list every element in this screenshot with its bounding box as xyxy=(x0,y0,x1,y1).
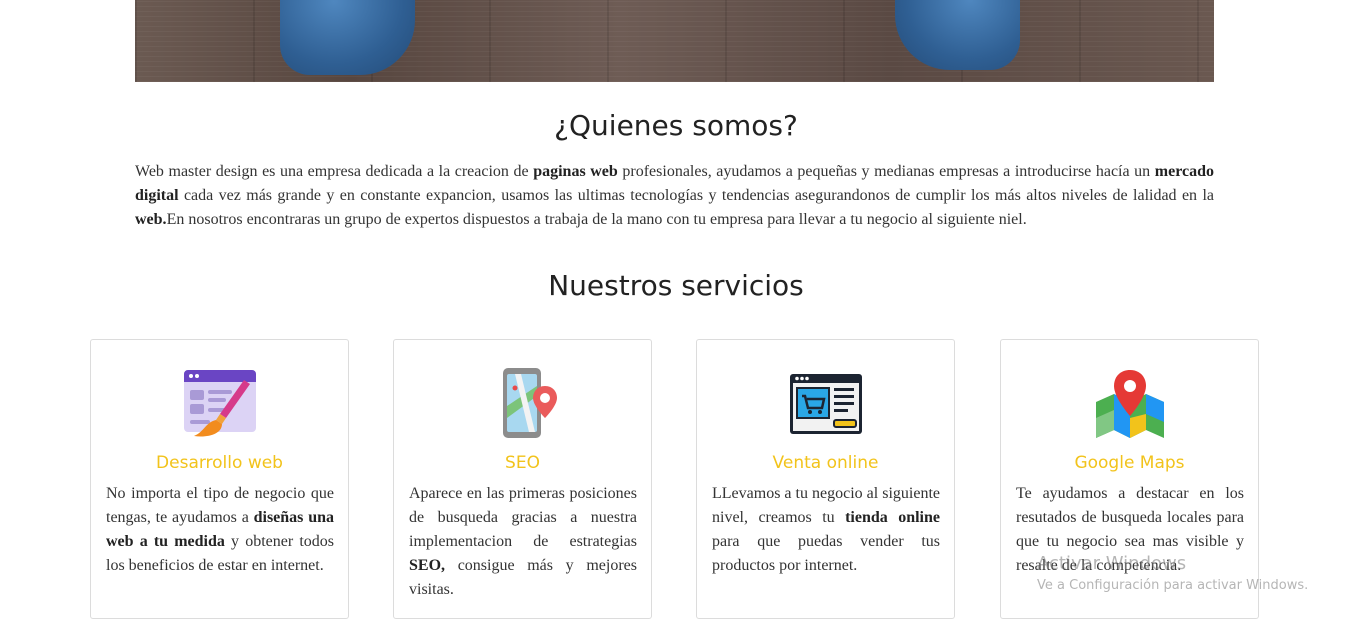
services-title: Nuestros servicios xyxy=(548,269,804,302)
web-design-icon xyxy=(91,366,348,442)
service-title: SEO xyxy=(505,453,540,473)
service-card-seo: SEO Aparece en las primeras posiciones d… xyxy=(393,339,652,619)
service-title: Venta online xyxy=(772,453,879,473)
hero-jeans-right xyxy=(895,0,1020,70)
service-title: Google Maps xyxy=(1074,453,1185,473)
windows-activation-watermark: Activar Windows Ve a Configuración para … xyxy=(1037,553,1308,595)
online-store-icon xyxy=(697,366,954,442)
about-title: ¿Quienes somos? xyxy=(554,109,798,142)
service-description: No importa el tipo de negocio que tengas… xyxy=(106,485,335,574)
hero-jeans-left xyxy=(280,0,415,75)
map-phone-icon xyxy=(394,366,651,442)
service-card-online-sales: Venta online LLevamos a tu negocio al si… xyxy=(696,339,955,619)
watermark-title: Activar Windows xyxy=(1037,553,1187,574)
service-description: LLevamos a tu negocio al siguiente nivel… xyxy=(712,485,940,574)
service-title: Desarrollo web xyxy=(156,453,283,473)
hero-image xyxy=(135,0,1214,82)
map-pin-icon xyxy=(1001,366,1258,442)
service-description: Aparece en las primeras posiciones de bu… xyxy=(409,485,637,598)
about-text: Web master design es una empresa dedicad… xyxy=(135,163,1215,228)
watermark-subtitle: Ve a Configuración para activar Windows. xyxy=(1037,578,1309,593)
service-card-web-development: Desarrollo web No importa el tipo de neg… xyxy=(90,339,349,619)
